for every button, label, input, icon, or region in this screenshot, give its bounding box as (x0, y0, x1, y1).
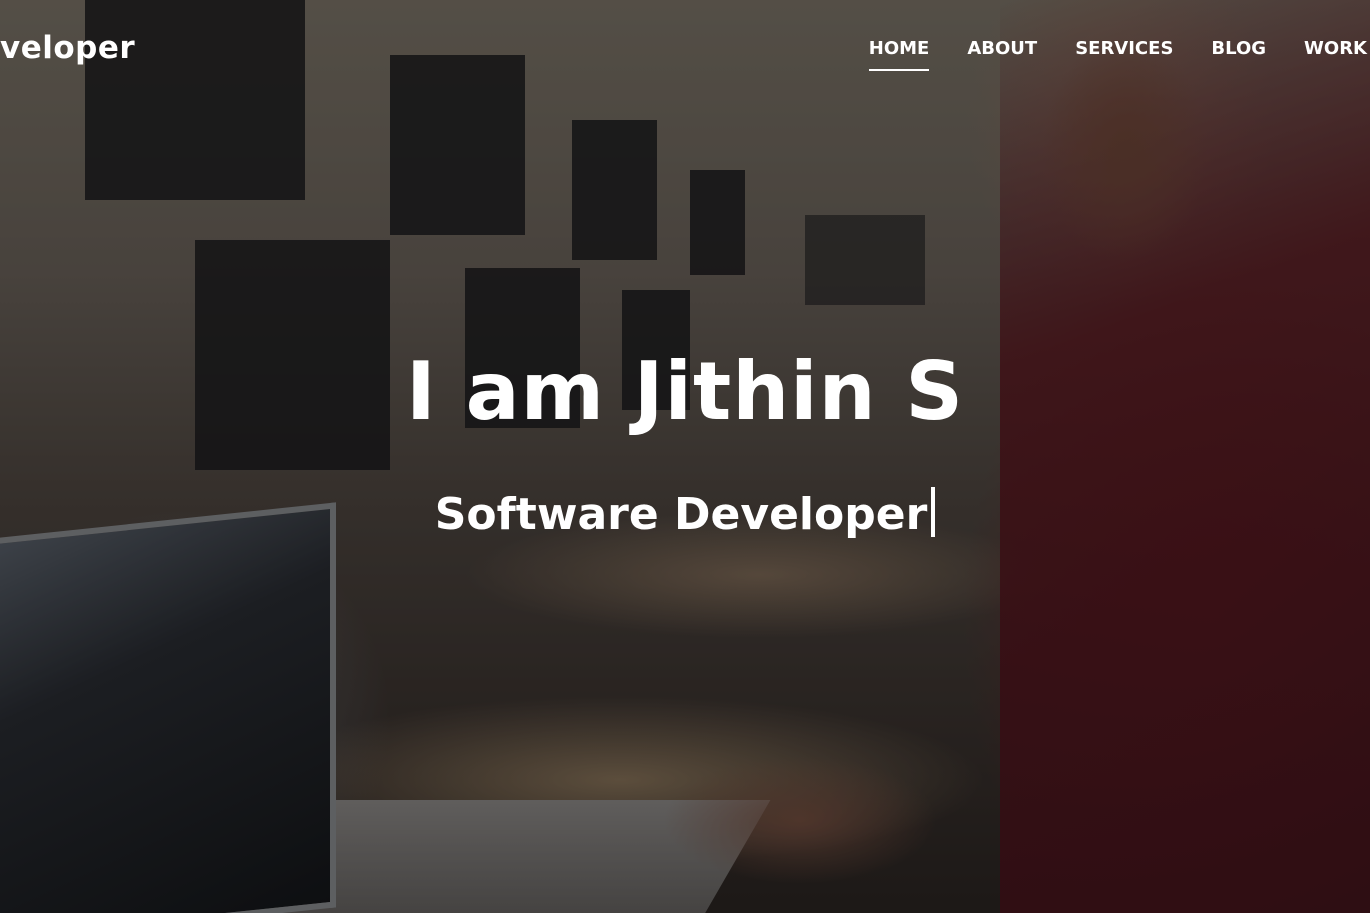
nav-item-home[interactable]: HOME (850, 38, 949, 71)
hero-subtitle-container: Software Developer (0, 487, 1370, 540)
nav-item-about[interactable]: ABOUT (948, 38, 1056, 65)
hero-section: veloper HOME ABOUT SERVICES BLOG WORK I … (0, 0, 1370, 913)
nav-item-blog[interactable]: BLOG (1192, 38, 1285, 65)
typing-cursor (931, 487, 936, 537)
hero-subtitle: Software Developer (434, 489, 928, 540)
hero-title: I am Jithin S (405, 345, 965, 438)
hero-dark-overlay (0, 0, 1370, 913)
nav-item-work[interactable]: WORK (1285, 38, 1370, 65)
main-navigation: HOME ABOUT SERVICES BLOG WORK (850, 38, 1370, 71)
brand-container: veloper (0, 0, 200, 90)
brand-logo-text[interactable]: veloper (0, 30, 135, 66)
nav-item-services[interactable]: SERVICES (1056, 38, 1192, 65)
